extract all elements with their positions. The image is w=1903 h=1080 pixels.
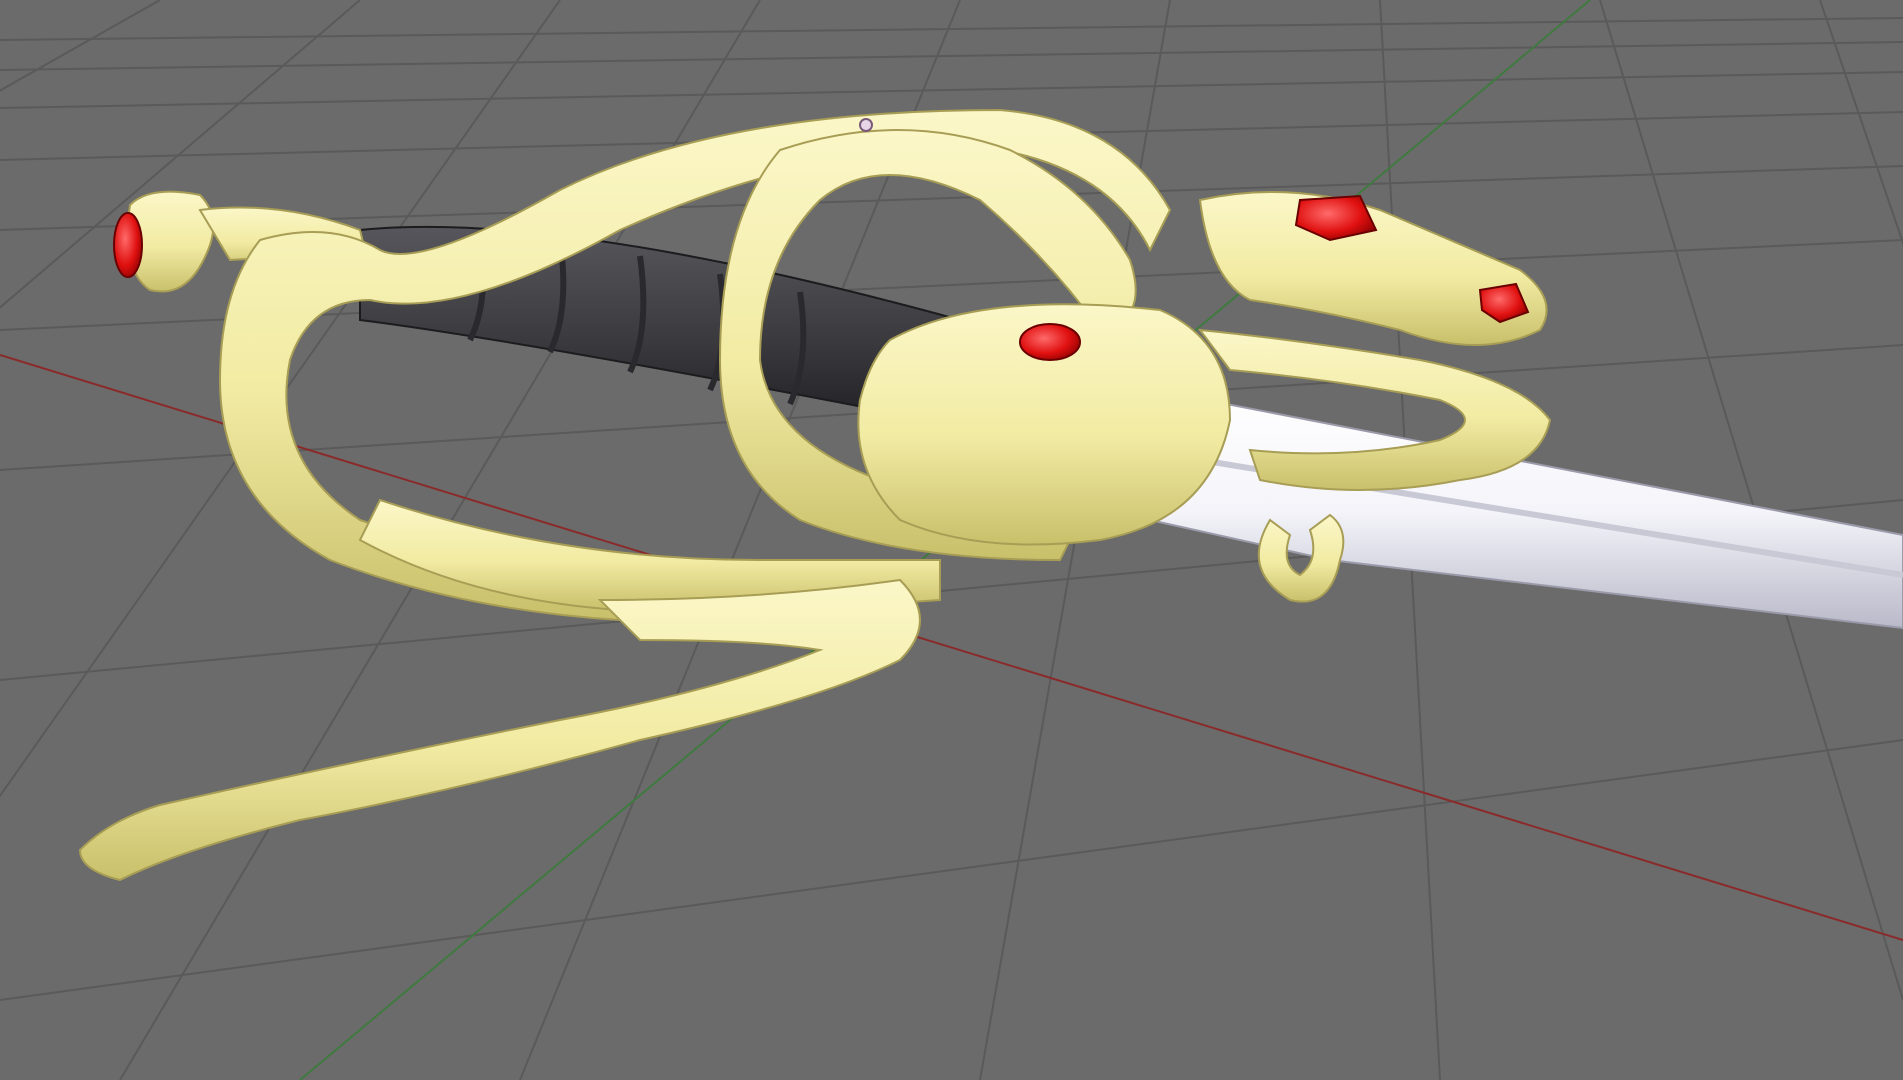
3d-viewport[interactable] bbox=[0, 0, 1903, 1080]
pommel-gem bbox=[113, 212, 143, 278]
pivot-marker[interactable] bbox=[859, 118, 873, 132]
center-gem bbox=[1019, 323, 1081, 361]
viewport-scene[interactable] bbox=[0, 0, 1903, 1080]
